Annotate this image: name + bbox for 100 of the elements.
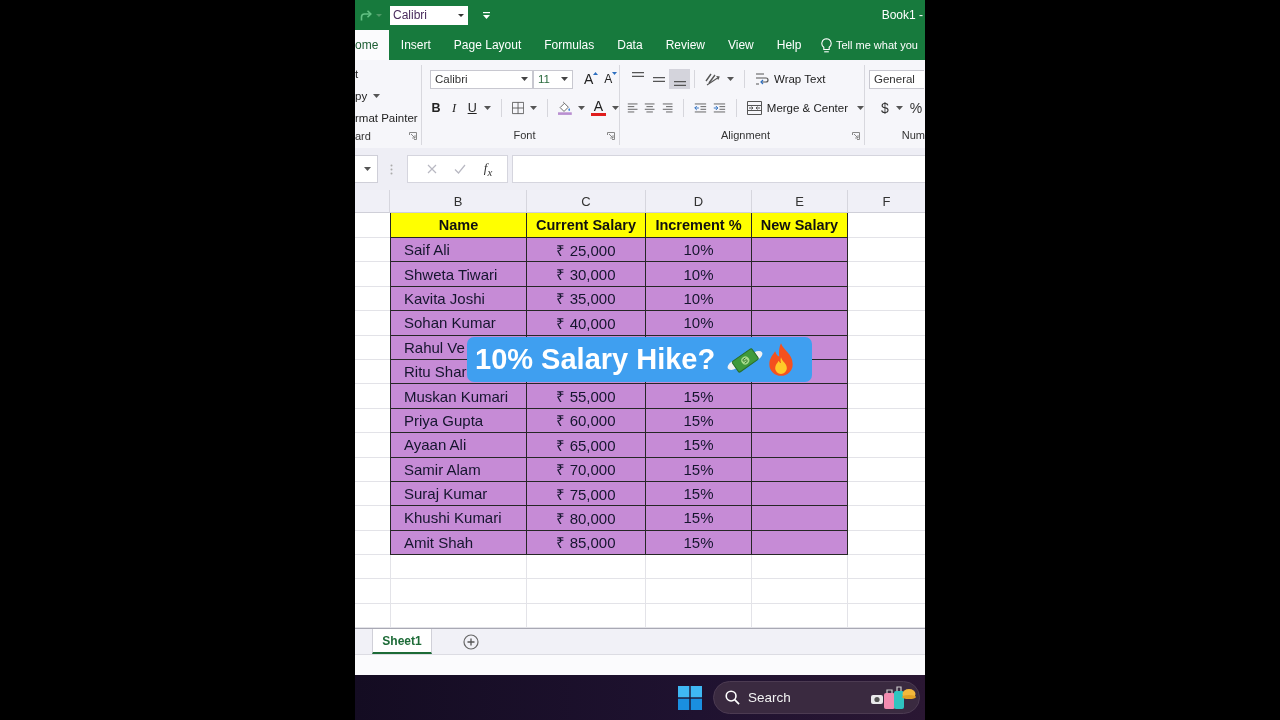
table-cell: Amit Shah bbox=[390, 530, 527, 556]
search-bar[interactable]: Search bbox=[713, 681, 920, 715]
vertical-align-button[interactable] bbox=[669, 69, 690, 89]
start-icon[interactable] bbox=[678, 685, 702, 710]
table-cell: 10% bbox=[646, 311, 752, 336]
group-label: Font bbox=[513, 129, 536, 141]
caret-icon[interactable] bbox=[530, 106, 538, 110]
caret-icon[interactable] bbox=[364, 167, 371, 171]
paint-bucket-icon[interactable] bbox=[558, 100, 573, 116]
ribbon-button[interactable]: py bbox=[355, 90, 368, 102]
table-cell: 15% bbox=[646, 481, 752, 507]
table-cell: 15% bbox=[646, 384, 752, 409]
ribbon-tab[interactable]: View bbox=[716, 30, 766, 60]
table-cell: ₹ 35,000 bbox=[527, 286, 646, 312]
ribbon-tab[interactable]: ome bbox=[355, 30, 390, 60]
currency-button[interactable]: $ bbox=[881, 100, 889, 116]
table-cell: Shweta Tiwari bbox=[390, 262, 527, 287]
decrease-indent-icon[interactable] bbox=[693, 102, 707, 114]
caret-icon[interactable] bbox=[561, 77, 568, 81]
dialog-launcher-icon[interactable] bbox=[607, 132, 615, 140]
table-cell: Priya Gupta bbox=[390, 408, 527, 434]
table-cell: 15% bbox=[646, 457, 752, 482]
search-icon bbox=[725, 690, 740, 706]
percent-button[interactable]: % bbox=[909, 100, 923, 116]
ribbon-button[interactable]: rmat Painter bbox=[355, 112, 418, 124]
table-cell: Kavita Joshi bbox=[390, 286, 527, 312]
caret-icon[interactable] bbox=[612, 106, 620, 110]
merge-center-button[interactable]: Merge & Center bbox=[746, 101, 848, 115]
table-cell: ₹ 75,000 bbox=[527, 481, 646, 507]
table-cell: 10% bbox=[646, 238, 752, 263]
ribbon-tab[interactable]: Page Layout bbox=[442, 30, 533, 60]
window-title: Book1 - bbox=[881, 8, 923, 22]
ribbon-button[interactable]: t bbox=[355, 68, 359, 80]
table-cell: ₹ 70,000 bbox=[527, 457, 646, 482]
bold-button[interactable]: B bbox=[430, 101, 443, 115]
font-name-field[interactable]: Calibri bbox=[430, 69, 533, 89]
ribbon-tab[interactable]: Data bbox=[605, 30, 655, 60]
ribbon-tab[interactable]: Insert bbox=[389, 30, 443, 60]
table-cell: ₹ 40,000 bbox=[527, 311, 646, 336]
align-middle-icon bbox=[652, 76, 665, 82]
wrap-text-button[interactable]: Wrap Text bbox=[755, 72, 826, 86]
table-cell: 15% bbox=[646, 408, 752, 434]
tell-me-search[interactable]: Tell me what you bbox=[835, 39, 918, 51]
add-sheet-icon[interactable] bbox=[463, 633, 479, 650]
table-cell: 10% bbox=[646, 286, 752, 312]
lightbulb-icon[interactable] bbox=[820, 37, 832, 53]
caret-icon[interactable] bbox=[727, 77, 734, 81]
table-cell: Sohan Kumar bbox=[390, 311, 527, 336]
table-cell: 10% bbox=[646, 262, 752, 287]
name-box[interactable] bbox=[355, 155, 378, 183]
font-size-field[interactable]: 11 bbox=[533, 69, 573, 89]
table-cell: Muskan Kumari bbox=[390, 384, 527, 409]
table-header-cell: Name bbox=[390, 213, 527, 238]
align-top-icon bbox=[631, 72, 644, 77]
caret-icon[interactable] bbox=[521, 77, 528, 81]
column-header[interactable]: F bbox=[848, 190, 925, 213]
table-header-cell: New Salary bbox=[752, 213, 848, 238]
ribbon-tab[interactable]: Help bbox=[765, 30, 813, 60]
number-format-field[interactable]: General bbox=[869, 69, 924, 89]
borders-icon[interactable] bbox=[512, 101, 525, 115]
italic-button[interactable]: I bbox=[448, 100, 461, 116]
caret-icon[interactable] bbox=[857, 106, 864, 110]
caret-icon[interactable] bbox=[895, 106, 903, 110]
align-right-icon[interactable] bbox=[661, 102, 673, 114]
table-cell: Khushi Kumari bbox=[390, 506, 527, 531]
font-field[interactable]: Calibri bbox=[390, 5, 468, 25]
color-bar-icon bbox=[591, 113, 607, 116]
table-cell: ₹ 30,000 bbox=[527, 262, 646, 287]
ribbon-tab[interactable]: Formulas bbox=[532, 30, 606, 60]
table-header-cell: Current Salary bbox=[527, 213, 646, 238]
group-label: Alignment bbox=[721, 129, 770, 141]
dialog-launcher-icon[interactable] bbox=[409, 131, 417, 140]
insert-function-button[interactable]: f$_{x}$ bbox=[483, 160, 493, 178]
caret-icon[interactable] bbox=[458, 13, 464, 17]
align-left-icon[interactable] bbox=[627, 102, 639, 114]
table-cell: ₹ 25,000 bbox=[527, 238, 646, 263]
table-cell: 15% bbox=[646, 506, 752, 531]
customize-menu-icon[interactable] bbox=[483, 11, 490, 19]
formula-input[interactable] bbox=[512, 155, 925, 183]
table-cell: ₹ 55,000 bbox=[527, 384, 646, 409]
underline-button[interactable]: U bbox=[466, 101, 479, 115]
sheet-tab[interactable]: Sheet1 bbox=[372, 629, 432, 655]
caret-icon[interactable] bbox=[578, 106, 586, 110]
caret-down-icon bbox=[612, 72, 618, 75]
text-orientation-icon[interactable] bbox=[705, 72, 721, 86]
table-header-cell: Increment % bbox=[646, 213, 752, 238]
search-input[interactable]: Search bbox=[748, 690, 796, 706]
increase-indent-icon[interactable] bbox=[712, 102, 726, 114]
ribbon-tab[interactable]: Review bbox=[654, 30, 717, 60]
caret-up-icon bbox=[593, 72, 599, 75]
caret-icon[interactable] bbox=[484, 106, 492, 110]
table-cell: ₹ 65,000 bbox=[527, 433, 646, 458]
caret-icon[interactable] bbox=[373, 94, 381, 98]
align-center-icon[interactable] bbox=[644, 102, 656, 114]
font-color-button[interactable]: A bbox=[591, 100, 607, 116]
grow-font-button[interactable]: A bbox=[584, 71, 594, 87]
shrink-font-button[interactable]: A bbox=[604, 72, 613, 86]
table-cell: Suraj Kumar bbox=[390, 481, 527, 507]
dialog-launcher-icon[interactable] bbox=[852, 132, 860, 140]
vertical-dots-icon bbox=[390, 163, 393, 175]
